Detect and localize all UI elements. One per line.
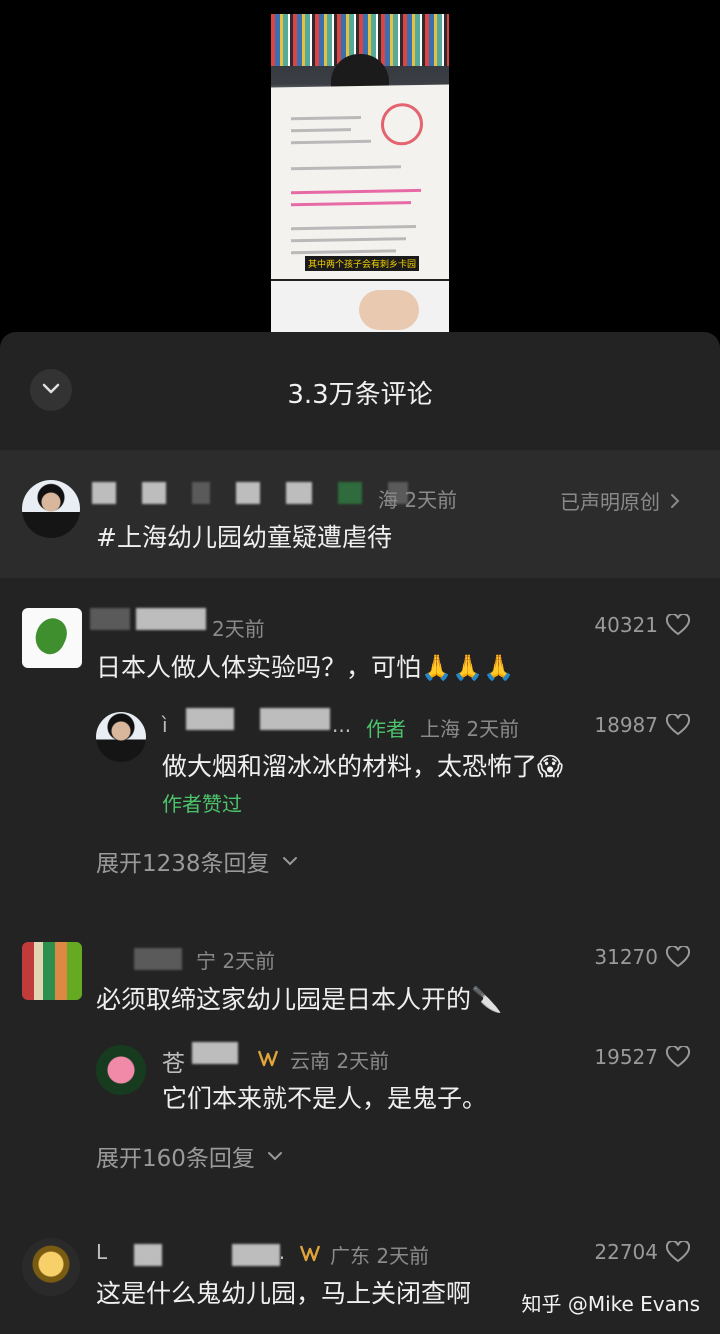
blurred-username: [186, 708, 330, 730]
pinned-post[interactable]: 海 2天前 已声明原创 #上海幼儿园幼童疑遭虐待: [0, 450, 720, 578]
blurred-username: [92, 482, 408, 504]
avatar[interactable]: [22, 480, 80, 538]
chevron-right-icon: [671, 493, 680, 508]
like-count: 31270: [594, 945, 658, 969]
post-location-time: 海 2天前: [378, 488, 458, 512]
like-button[interactable]: 40321: [594, 613, 690, 637]
original-declared-link[interactable]: 已声明原创: [560, 486, 680, 515]
like-button[interactable]: 22704: [594, 1240, 690, 1264]
expand-replies-button[interactable]: 展开160条回复: [96, 1139, 283, 1173]
comment-count-title: 3.3万条评论: [287, 380, 433, 410]
author-liked-label: 作者赞过: [162, 792, 242, 816]
like-count: 22704: [594, 1240, 658, 1264]
comment-time: 2天前: [212, 617, 265, 641]
video-preview[interactable]: 其中两个孩子会有刺乡卡园: [271, 14, 449, 332]
heart-icon: [666, 1241, 690, 1263]
reply-location-time: 云南 2天前: [290, 1049, 390, 1073]
avatar[interactable]: [22, 1238, 80, 1296]
heart-icon: [666, 1046, 690, 1068]
comment-sheet: 3.3万条评论 海 2天前 已声明原创 #上海幼儿园幼童疑遭虐待 2天前 403…: [0, 332, 720, 1334]
comment-text: 必须取缔这家幼儿园是日本人开的🔪: [96, 985, 503, 1014]
like-count: 18987: [594, 713, 658, 737]
blurred-username: [192, 1042, 238, 1064]
zhihu-watermark: 知乎 @Mike Evans: [521, 1292, 700, 1316]
blurred-username: [134, 1244, 280, 1266]
avatar[interactable]: [96, 712, 146, 762]
reply-author-prefix: 苍: [162, 1051, 185, 1077]
avatar[interactable]: [22, 608, 82, 668]
comment-text: 日本人做人体实验吗？，可怕🙏🙏🙏: [96, 653, 515, 682]
like-count: 19527: [594, 1045, 658, 1069]
reply-ellipsis: ...: [332, 713, 352, 737]
reply-author-prefix: ì: [162, 713, 168, 737]
avatar[interactable]: [96, 1045, 146, 1095]
hand-image: [359, 290, 419, 330]
red-stamp-image: [381, 102, 423, 146]
comment-location-time: 宁 2天前: [196, 949, 276, 973]
chevron-down-icon: [267, 1152, 282, 1161]
chevron-down-icon: [282, 857, 297, 866]
comment-header: 3.3万条评论: [0, 332, 720, 450]
blurred-username: [90, 608, 206, 630]
location-badge-icon: [299, 1245, 321, 1262]
heart-icon: [666, 946, 690, 968]
video-caption: 其中两个孩子会有刺乡卡园: [305, 256, 420, 271]
reply-text: 做大烟和溜冰冰的材料，太恐怖了😱: [162, 752, 564, 781]
pinned-text: #上海幼儿园幼童疑遭虐待: [96, 523, 392, 552]
expand-replies-label: 展开160条回复: [96, 1146, 255, 1172]
like-button[interactable]: 18987: [594, 713, 690, 737]
like-button[interactable]: 19527: [594, 1045, 690, 1069]
author-tag: 作者: [366, 717, 406, 741]
reply-text: 它们本来就不是人，是鬼子。: [162, 1084, 488, 1113]
like-count: 40321: [594, 613, 658, 637]
expand-replies-button[interactable]: 展开1238条回复: [96, 844, 298, 878]
comment-text: 这是什么鬼幼儿园，马上关闭查啊: [96, 1279, 472, 1308]
author-ellipsis: ...: [266, 1240, 286, 1264]
reply-location-time: 上海 2天前: [420, 717, 520, 741]
reply-meta: 作者 上海 2天前: [366, 713, 519, 742]
avatar[interactable]: [22, 942, 82, 1000]
heart-icon: [666, 614, 690, 636]
original-label: 已声明原创: [560, 490, 660, 514]
expand-replies-label: 展开1238条回复: [96, 851, 270, 877]
comment-location-time: 广东 2天前: [330, 1244, 430, 1268]
location-badge-icon: [257, 1050, 279, 1067]
blurred-username: [134, 948, 182, 970]
like-button[interactable]: 31270: [594, 945, 690, 969]
author-prefix: L: [96, 1240, 108, 1264]
heart-icon: [666, 714, 690, 736]
